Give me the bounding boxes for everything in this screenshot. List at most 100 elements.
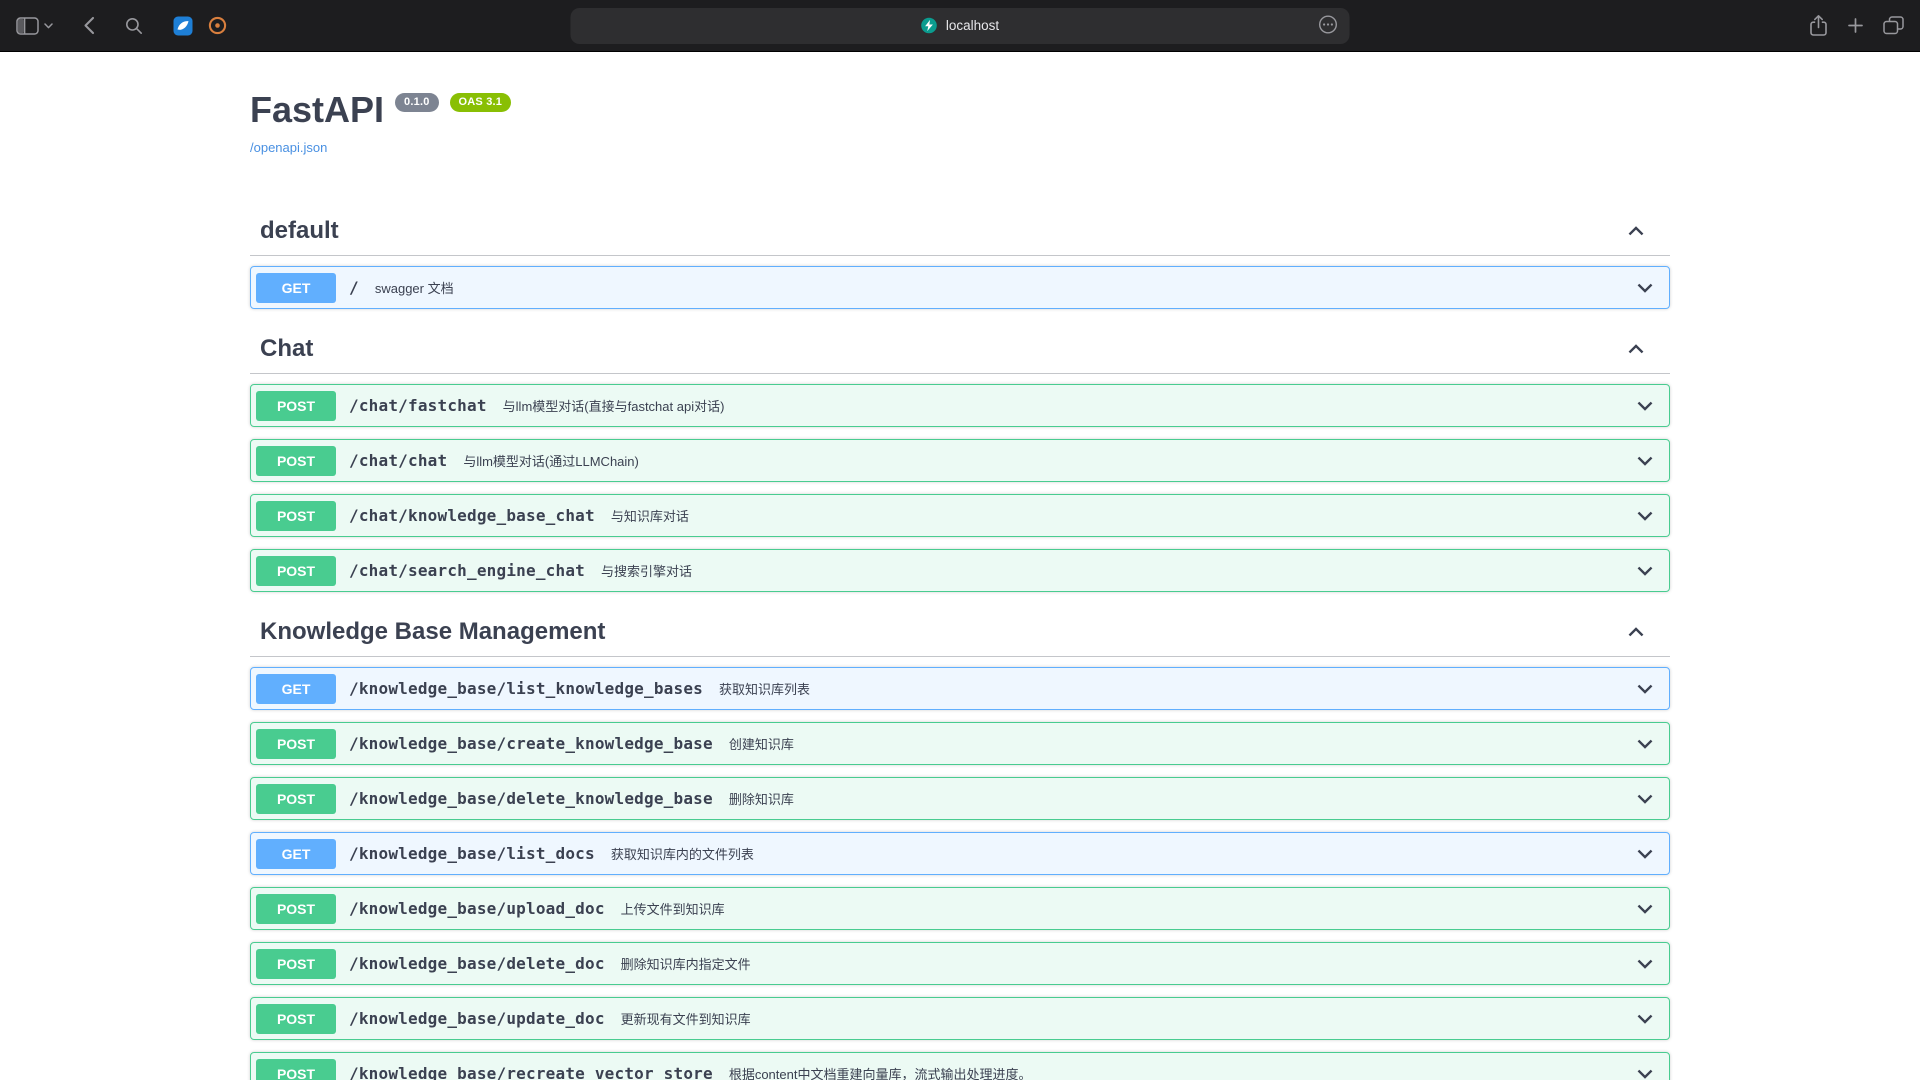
section-header[interactable]: Chat (250, 325, 1670, 374)
openapi-spec-link[interactable]: /openapi.json (250, 140, 327, 155)
method-badge: POST (256, 391, 336, 421)
url-bar[interactable]: localhost (571, 8, 1350, 44)
page-title: FastAPI 0.1.0 OAS 3.1 (250, 90, 1670, 130)
operation-row[interactable]: POST /chat/chat 与llm模型对话(通过LLMChain) (250, 439, 1670, 482)
share-button[interactable] (1809, 14, 1828, 37)
section-title: Knowledge Base Management (260, 618, 605, 646)
operation-expand-button[interactable] (1635, 679, 1655, 699)
swagger-page: FastAPI 0.1.0 OAS 3.1 /openapi.json defa… (0, 52, 1920, 1080)
oas-badge: OAS 3.1 (450, 93, 512, 112)
section-collapse-button[interactable] (1626, 221, 1646, 241)
operation-row[interactable]: GET /knowledge_base/list_knowledge_bases… (250, 667, 1670, 710)
operation-expand-button[interactable] (1635, 278, 1655, 298)
operation-row[interactable]: POST /knowledge_base/create_knowledge_ba… (250, 722, 1670, 765)
operation-row[interactable]: POST /knowledge_base/upload_doc 上传文件到知识库 (250, 887, 1670, 930)
page-menu-icon (1319, 15, 1338, 34)
operation-expand-button[interactable] (1635, 789, 1655, 809)
operation-row[interactable]: POST /chat/fastchat 与llm模型对话(直接与fastchat… (250, 384, 1670, 427)
operation-expand-button[interactable] (1635, 899, 1655, 919)
section-title: Chat (260, 335, 313, 363)
back-button[interactable] (83, 16, 95, 35)
record-extension-button[interactable] (208, 16, 227, 35)
operation-description: 与知识库对话 (611, 506, 689, 525)
operation-expand-button[interactable] (1635, 1064, 1655, 1080)
operations-list: GET / swagger 文档 (250, 256, 1670, 325)
operation-path: /knowledge_base/list_knowledge_bases (349, 679, 703, 698)
method-badge: POST (256, 784, 336, 814)
chevron-down-icon (1635, 561, 1655, 581)
method-badge: POST (256, 949, 336, 979)
search-button[interactable] (125, 17, 143, 35)
api-section: Knowledge Base Management GET /knowledge… (250, 608, 1670, 1080)
chevron-down-icon (1635, 679, 1655, 699)
method-badge: GET (256, 674, 336, 704)
operation-description: 删除知识库内指定文件 (621, 954, 751, 973)
chevron-icon (1626, 339, 1646, 359)
section-header[interactable]: default (250, 207, 1670, 256)
chevron-down-icon (1635, 844, 1655, 864)
api-section: Chat POST /chat/fastchat 与llm模型对话(直接与fas… (250, 325, 1670, 608)
new-tab-button[interactable] (1846, 16, 1865, 35)
operation-expand-button[interactable] (1635, 396, 1655, 416)
new-tab-icon (1846, 16, 1865, 35)
record-extension-icon (208, 16, 227, 35)
method-badge: GET (256, 273, 336, 303)
operation-row[interactable]: GET /knowledge_base/list_docs 获取知识库内的文件列… (250, 832, 1670, 875)
operation-expand-button[interactable] (1635, 451, 1655, 471)
operation-row[interactable]: GET / swagger 文档 (250, 266, 1670, 309)
operation-path: /chat/knowledge_base_chat (349, 506, 595, 525)
operation-path: /knowledge_base/update_doc (349, 1009, 605, 1028)
operation-description: 根据content中文档重建向量库，流式输出处理进度。 (729, 1064, 1032, 1080)
method-badge: POST (256, 501, 336, 531)
operation-row[interactable]: POST /knowledge_base/recreate_vector_sto… (250, 1052, 1670, 1080)
operation-path: /chat/fastchat (349, 396, 487, 415)
section-header[interactable]: Knowledge Base Management (250, 608, 1670, 657)
operation-expand-button[interactable] (1635, 506, 1655, 526)
back-icon (83, 16, 95, 35)
operation-row[interactable]: POST /knowledge_base/update_doc 更新现有文件到知… (250, 997, 1670, 1040)
tab-overview-button[interactable] (1883, 16, 1904, 35)
api-section: default GET / swagger 文档 (250, 207, 1670, 325)
method-badge: POST (256, 1004, 336, 1034)
operation-row[interactable]: POST /chat/knowledge_base_chat 与知识库对话 (250, 494, 1670, 537)
method-badge: GET (256, 839, 336, 869)
operation-description: 获取知识库列表 (719, 679, 810, 698)
operation-description: 更新现有文件到知识库 (621, 1009, 751, 1028)
chevron-down-icon (1635, 1064, 1655, 1080)
operation-description: 与搜索引擎对话 (601, 561, 692, 580)
chevron-icon (1626, 221, 1646, 241)
operation-expand-button[interactable] (1635, 844, 1655, 864)
operation-path: /knowledge_base/create_knowledge_base (349, 734, 713, 753)
chevron-icon (1626, 622, 1646, 642)
operation-path: /knowledge_base/delete_knowledge_base (349, 789, 713, 808)
operation-expand-button[interactable] (1635, 561, 1655, 581)
url-text: localhost (946, 18, 999, 33)
operation-path: /knowledge_base/list_docs (349, 844, 595, 863)
sidebar-toggle-button[interactable] (16, 17, 53, 35)
operation-expand-button[interactable] (1635, 954, 1655, 974)
blue-extension-button[interactable] (173, 16, 193, 36)
api-info: FastAPI 0.1.0 OAS 3.1 /openapi.json (250, 52, 1670, 157)
operation-row[interactable]: POST /chat/search_engine_chat 与搜索引擎对话 (250, 549, 1670, 592)
section-collapse-button[interactable] (1626, 339, 1646, 359)
chevron-down-icon (1635, 734, 1655, 754)
operation-description: 上传文件到知识库 (621, 899, 725, 918)
operation-description: 创建知识库 (729, 734, 794, 753)
chevron-down-icon (1635, 506, 1655, 526)
section-collapse-button[interactable] (1626, 622, 1646, 642)
operation-row[interactable]: POST /knowledge_base/delete_doc 删除知识库内指定… (250, 942, 1670, 985)
operation-expand-button[interactable] (1635, 734, 1655, 754)
page-menu-button[interactable] (1319, 15, 1338, 37)
section-title: default (260, 217, 339, 245)
chevron-down-icon (44, 23, 53, 29)
operation-path: /chat/chat (349, 451, 447, 470)
api-sections: default GET / swagger 文档 Chat (250, 207, 1670, 1080)
operation-description: 删除知识库 (729, 789, 794, 808)
operation-expand-button[interactable] (1635, 1009, 1655, 1029)
operation-path: / (349, 278, 359, 297)
share-icon (1809, 14, 1828, 37)
operation-description: 与llm模型对话(通过LLMChain) (463, 451, 639, 470)
operations-list: POST /chat/fastchat 与llm模型对话(直接与fastchat… (250, 374, 1670, 608)
operation-description: swagger 文档 (375, 278, 454, 297)
operation-row[interactable]: POST /knowledge_base/delete_knowledge_ba… (250, 777, 1670, 820)
